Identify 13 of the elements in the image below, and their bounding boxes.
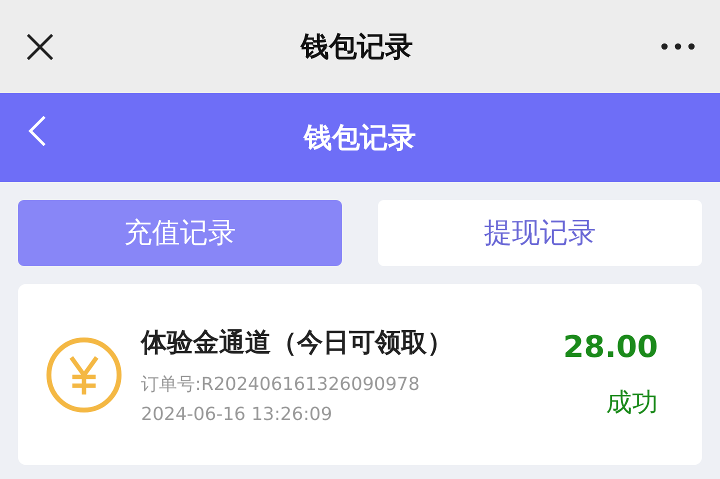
order-number: 订单号:R202406161326090978 [141,372,421,396]
more-icon[interactable] [660,42,696,51]
tab[interactable]: 充值记录 [18,200,342,266]
record-title: 体验金通道（今日可领取） [141,326,454,360]
window-title: 钱包记录 [301,28,413,64]
close-icon[interactable] [26,32,54,60]
yen-icon [45,336,123,414]
status: 成功 [606,386,658,420]
page-title: 钱包记录 [304,120,416,156]
record-time: 2024-06-16 13:26:09 [141,404,334,424]
amount: 28.00 [563,330,658,364]
tab[interactable]: 提现记录 [378,200,702,266]
back-icon[interactable] [27,115,47,147]
